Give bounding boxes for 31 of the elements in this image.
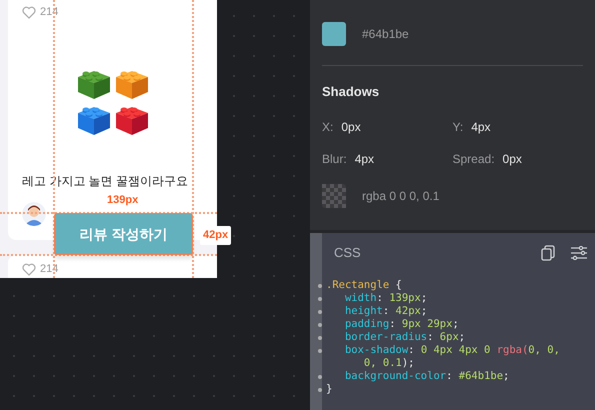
color-hex: #64b1be — [362, 26, 409, 43]
shadow-field-value: 0px — [502, 150, 522, 168]
code-line: background-color: #64b1be; — [344, 370, 510, 382]
css-heading: CSS — [334, 244, 361, 262]
copy-icon[interactable] — [541, 244, 555, 261]
code-line: 0, 0.1); — [364, 356, 415, 368]
review-text: 레고 가지고 놀면 꿀잼이라구요 — [22, 172, 190, 190]
code-line: height: 42px; — [344, 304, 428, 316]
color-swatch — [322, 22, 346, 46]
height-measurement: 42px — [200, 226, 232, 244]
code-line: .Rectangle { — [326, 278, 402, 290]
code-line: border-radius: 6px; — [344, 330, 466, 342]
write-review-button[interactable]: 리뷰 작성하기 — [54, 213, 193, 255]
shadow-field-label: Blur: — [322, 150, 347, 168]
like-count: 214 — [40, 5, 58, 20]
transparency-swatch — [322, 184, 346, 208]
settings-sliders-icon[interactable] — [571, 246, 587, 260]
shadow-field-value: 4px — [471, 118, 491, 136]
code-line: } — [326, 382, 332, 394]
shadow-field-label: Y: — [452, 118, 464, 136]
shadows-heading: Shadows — [322, 83, 380, 101]
avatar-icon — [22, 202, 46, 226]
code-line: box-shadow: 0 4px 4px 0 rgba(0, 0, — [344, 344, 560, 356]
shadow-field-value: 0px — [341, 118, 361, 136]
code-line: width: 139px; — [344, 292, 428, 304]
shadow-field-label: Spread: — [452, 150, 495, 168]
width-measurement: 139px — [107, 193, 138, 208]
code-line: padding: 9px 29px; — [344, 318, 459, 330]
shadow-field-value: 4px — [354, 150, 374, 168]
shadow-field-label: X: — [322, 118, 334, 136]
shadow-color-value: rgba 0 0 0, 0.1 — [362, 188, 440, 204]
